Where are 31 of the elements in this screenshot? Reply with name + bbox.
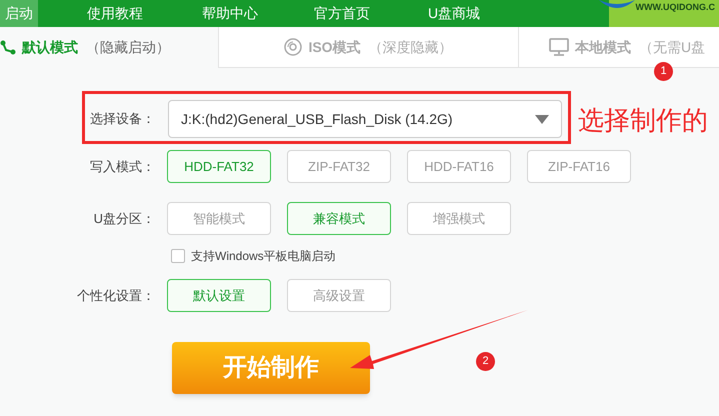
logo-text: WWW.UQIDONG.C	[636, 1, 715, 14]
checkbox[interactable]	[171, 249, 185, 263]
step-badge: 1	[654, 62, 673, 81]
monitor-icon	[549, 38, 569, 56]
nodes-icon	[0, 40, 16, 56]
nav-tab[interactable]: 启动	[0, 0, 38, 27]
field-label: 写入模式：	[89, 158, 156, 176]
start-button[interactable]: 开始制作	[172, 342, 370, 394]
field-label: 选择设备：	[89, 110, 156, 128]
caret-icon	[535, 114, 549, 124]
option-button[interactable]: 增强模式	[407, 202, 511, 235]
device-select[interactable]: J:K:(hd2)General_USB_Flash_Disk (14.2G)	[168, 100, 562, 138]
disc-icon	[284, 38, 302, 56]
mode-tab[interactable]: ISO模式 （深度隐藏）	[218, 27, 518, 68]
step-badge: 2	[476, 352, 495, 371]
option-button[interactable]: 高级设置	[287, 279, 391, 312]
annotation-text: 选择制作的	[578, 104, 708, 137]
checkbox-label[interactable]: 支持Windows平板电脑启动	[191, 247, 336, 265]
option-button[interactable]: ZIP-FAT16	[527, 150, 631, 183]
field-label: U盘分区：	[92, 210, 156, 228]
nav-tab[interactable]: U盘商城	[419, 0, 489, 27]
option-button[interactable]: 智能模式	[167, 202, 271, 235]
nav-tab[interactable]: 帮助中心	[195, 0, 265, 27]
field-label: 个性化设置：	[76, 286, 156, 305]
option-button[interactable]: HDD-FAT32	[167, 150, 271, 183]
option-button[interactable]: HDD-FAT16	[407, 150, 511, 183]
option-button[interactable]: ZIP-FAT32	[287, 150, 391, 183]
nav-tab[interactable]: 使用教程	[80, 0, 150, 27]
option-button[interactable]: 默认设置	[167, 279, 271, 312]
nav-tab[interactable]: 官方首页	[307, 0, 377, 27]
option-button[interactable]: 兼容模式	[287, 202, 391, 235]
